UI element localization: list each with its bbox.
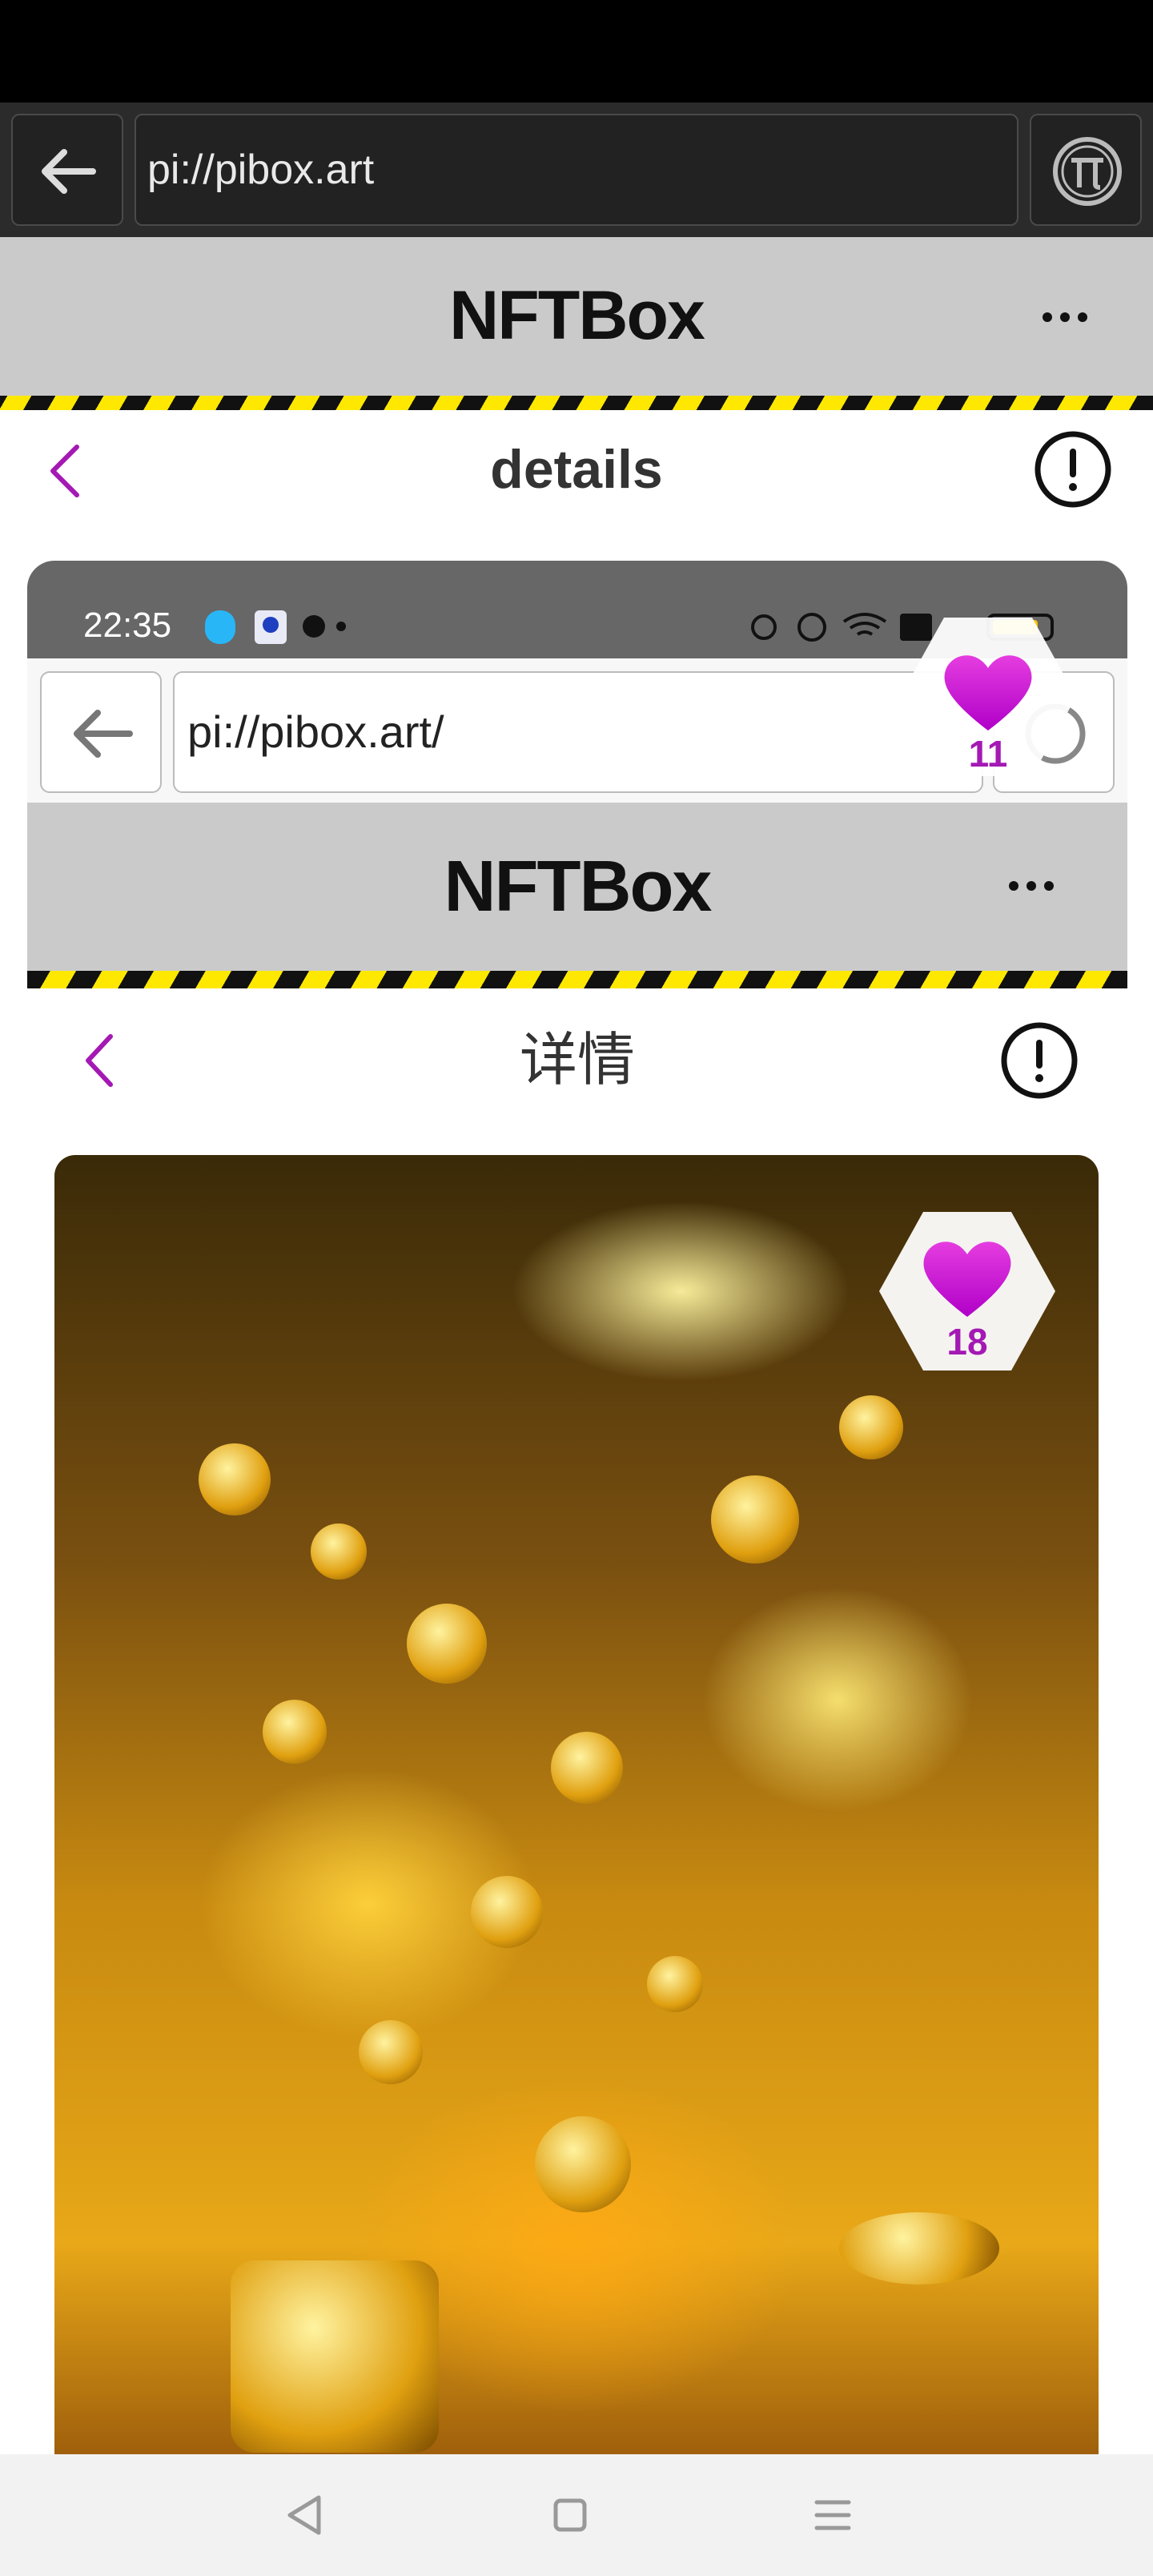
coin-decoration	[199, 1443, 271, 1515]
embedded-status-time: 22:35	[83, 606, 172, 645]
triangle-back-icon[interactable]	[272, 2483, 336, 2547]
embedded-like-count: 18	[946, 1321, 988, 1362]
embedded-site-header: NFTBox	[27, 803, 1127, 971]
coin-decoration	[471, 1876, 543, 1948]
notification-icons	[205, 610, 346, 644]
system-status-bar	[0, 0, 1153, 103]
system-status-icons	[751, 613, 1054, 642]
browser-back-button[interactable]	[11, 114, 123, 226]
coin-decoration	[359, 2020, 423, 2084]
menu-lines-icon[interactable]	[801, 2483, 865, 2547]
embedded-hazard-stripe	[27, 971, 1127, 988]
coin-decoration	[535, 2116, 631, 2212]
site-title: NFTBox	[449, 277, 705, 354]
coin-decoration	[551, 1732, 623, 1804]
system-navigation-bar	[0, 2454, 1153, 2576]
page-title: details	[490, 439, 663, 500]
coin-decoration	[263, 1700, 327, 1764]
golden-dragon-coins-artwork: 18	[54, 1155, 1099, 2483]
browser-toolbar: pi://pibox.art	[0, 103, 1153, 237]
nft-artwork-image[interactable]: 22:35 pi://pibox.art/ NFTBox 详情 18	[27, 561, 1127, 2483]
heart-icon	[923, 1242, 1011, 1317]
embedded-detail-header: 详情	[27, 988, 1127, 1133]
coin-decoration	[711, 1475, 799, 1564]
coin-decoration	[647, 1956, 703, 2012]
browser-url-field[interactable]: pi://pibox.art	[135, 114, 1018, 226]
pi-browser-button[interactable]	[1030, 114, 1142, 226]
coin-decoration	[311, 1523, 367, 1580]
arrow-left-icon	[74, 710, 133, 758]
embedded-url-field: pi://pibox.art/	[173, 671, 983, 793]
exclamation-circle-icon	[1001, 1022, 1078, 1099]
embedded-site-title: NFTBox	[444, 847, 713, 927]
embedded-page-title: 详情	[519, 1028, 635, 1093]
coin-decoration	[839, 1395, 903, 1459]
hazard-stripe-divider	[0, 396, 1153, 410]
arrow-left-icon	[42, 149, 96, 194]
pi-network-icon	[1053, 137, 1122, 206]
detail-header: details	[0, 410, 1153, 529]
exclamation-circle-icon[interactable]	[1033, 429, 1113, 509]
heart-icon	[944, 655, 1032, 731]
more-dots-icon[interactable]	[1033, 285, 1097, 349]
embedded-like-badge: 18	[879, 1212, 1055, 1371]
treasure-bowl-decoration	[231, 2260, 439, 2453]
gold-ingot-decoration	[839, 2212, 999, 2284]
site-header: NFTBox	[0, 237, 1153, 397]
embedded-back-button	[40, 671, 162, 793]
more-dots-icon	[1009, 881, 1054, 891]
coin-decoration	[407, 1604, 487, 1684]
square-home-icon[interactable]	[538, 2483, 602, 2547]
